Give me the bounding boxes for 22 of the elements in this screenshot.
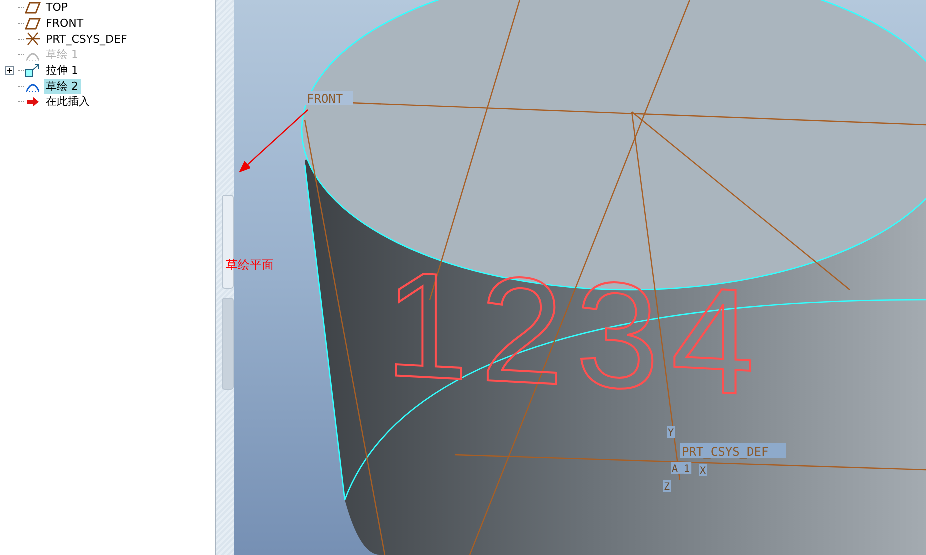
tree-item[interactable]: 草绘 2 (44, 78, 80, 94)
tree-item[interactable]: 拉伸 1 (44, 63, 80, 78)
csys-label: PRT_CSYS_DEF (682, 445, 769, 459)
tree-item[interactable]: FRONT (44, 17, 86, 30)
splitter-handle[interactable] (222, 298, 234, 390)
tree-item[interactable]: PRT_CSYS_DEF (44, 32, 130, 46)
sketch-text: 1234 (385, 239, 767, 428)
tree-item[interactable]: TOP (44, 1, 70, 14)
datum-label: FRONT (307, 92, 344, 106)
axis-label: Y (668, 428, 674, 439)
coordinate-system-icon (25, 32, 41, 46)
extrude-icon (25, 64, 41, 78)
axis-label: A_1 (672, 464, 690, 475)
sketch-plane-label: 草绘平面 (226, 257, 274, 274)
axis-label: Z (664, 482, 670, 493)
datum-plane-icon (25, 0, 41, 15)
expand-toggle[interactable] (4, 66, 14, 76)
datum-plane-icon (25, 16, 41, 31)
insert-arrow-icon (25, 94, 41, 109)
axis-label: X (700, 466, 706, 477)
tree-item[interactable]: 在此插入 (44, 94, 92, 110)
direction-arrow (239, 110, 308, 173)
